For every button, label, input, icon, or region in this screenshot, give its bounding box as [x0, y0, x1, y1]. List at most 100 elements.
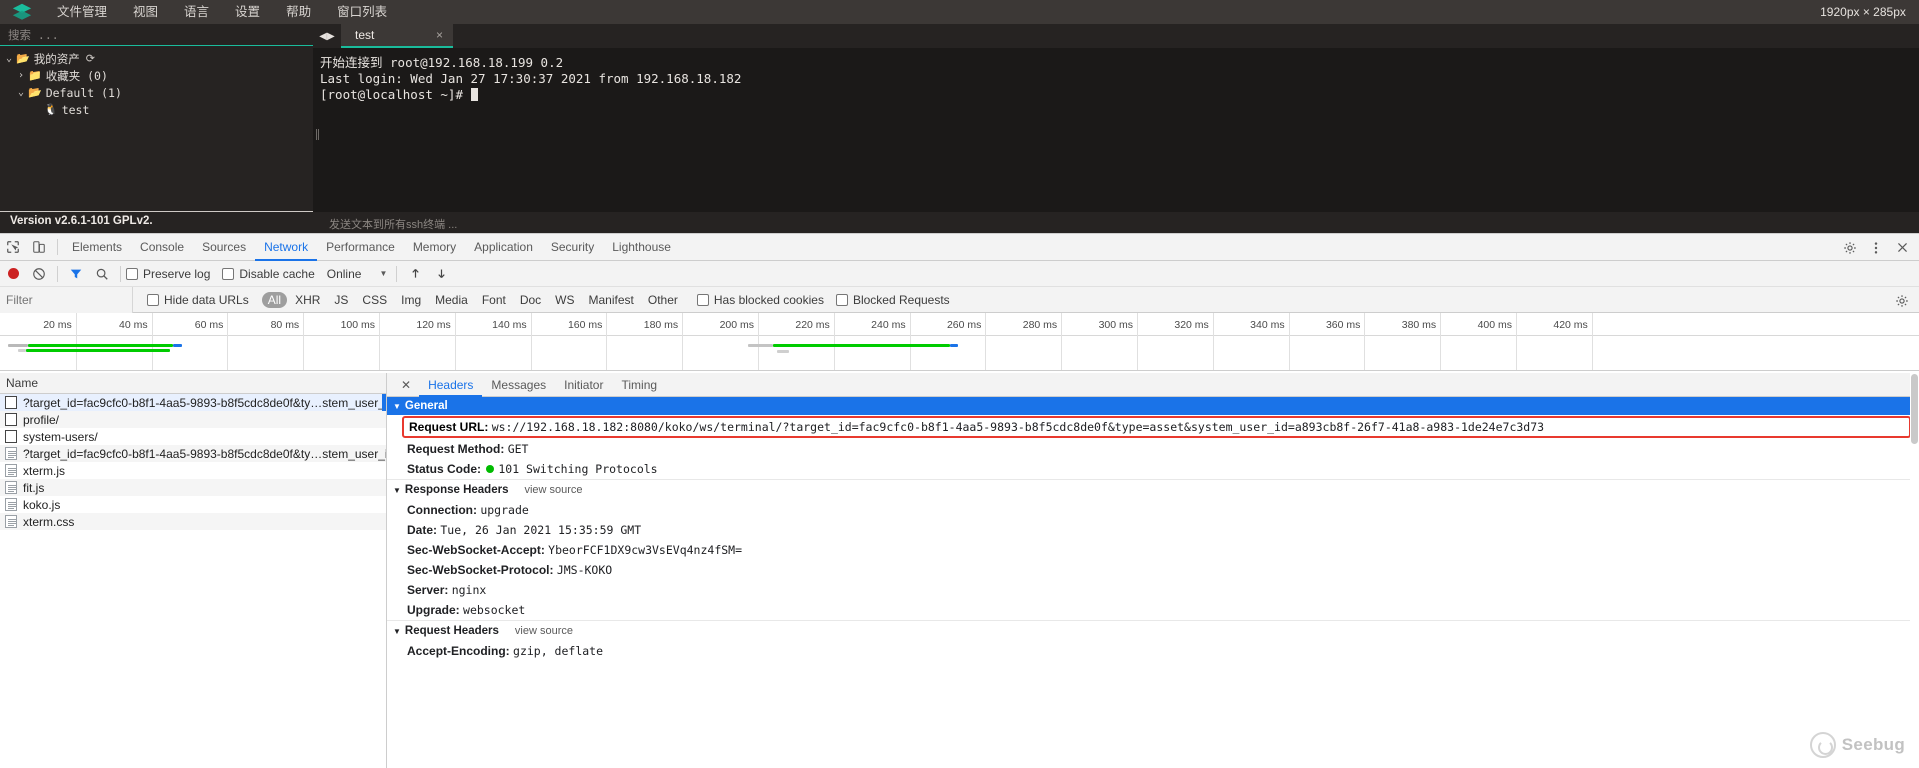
terminal-tab-test[interactable]: test × [341, 24, 453, 48]
terminal-split-handle[interactable] [316, 129, 319, 140]
view-source-link[interactable]: view source [515, 625, 573, 637]
checkbox-box[interactable] [147, 294, 159, 306]
type-filter-manifest[interactable]: Manifest [583, 292, 640, 308]
detail-tab-headers[interactable]: Headers [419, 373, 482, 397]
network-overview-timeline[interactable]: 20 ms40 ms60 ms80 ms100 ms120 ms140 ms16… [0, 313, 1919, 371]
throttling-select[interactable]: Online ▼ [327, 267, 388, 281]
export-har-icon[interactable] [428, 261, 454, 287]
arrow-right-icon[interactable]: ▶ [327, 31, 335, 42]
filter-input[interactable] [0, 287, 133, 313]
tab-application[interactable]: Application [465, 234, 542, 261]
toolbar-divider [120, 266, 121, 282]
response-headers-section-header[interactable]: ▼ Response Headers view source [387, 479, 1919, 500]
tree-node-favorites[interactable]: › 📁 收藏夹 (0) [0, 67, 313, 84]
triangle-down-icon[interactable]: ▼ [393, 402, 401, 411]
type-filter-other[interactable]: Other [642, 292, 684, 308]
menu-help[interactable]: 帮助 [273, 0, 324, 24]
detail-tab-timing[interactable]: Timing [612, 373, 666, 397]
type-filter-ws[interactable]: WS [549, 292, 580, 308]
tab-sources[interactable]: Sources [193, 234, 255, 261]
refresh-icon[interactable]: ⟳ [86, 52, 95, 65]
terminal-output[interactable]: 开始连接到 root@192.168.18.199 0.2 Last login… [313, 48, 1919, 212]
overview-tick-label: 260 ms [947, 319, 985, 331]
table-row[interactable]: xterm.css [0, 513, 386, 530]
tab-nav-arrows[interactable]: ◀▶ [313, 24, 341, 48]
close-icon[interactable]: × [436, 28, 443, 42]
terminal-line: Last login: Wed Jan 27 17:30:37 2021 fro… [320, 71, 1919, 87]
hide-data-urls-checkbox[interactable]: Hide data URLs [147, 293, 249, 307]
general-section-header[interactable]: ▼ General [387, 397, 1919, 415]
type-filter-doc[interactable]: Doc [514, 292, 547, 308]
triangle-down-icon[interactable]: ▼ [393, 627, 401, 636]
menu-view[interactable]: 视图 [120, 0, 171, 24]
inspect-element-icon[interactable] [0, 234, 26, 260]
detail-scrollbar[interactable] [1910, 373, 1919, 768]
tab-elements[interactable]: Elements [63, 234, 131, 261]
tab-performance[interactable]: Performance [317, 234, 404, 261]
type-filter-css[interactable]: CSS [356, 292, 393, 308]
menu-settings[interactable]: 设置 [222, 0, 273, 24]
filter-icon[interactable] [63, 261, 89, 287]
tab-network[interactable]: Network [255, 234, 317, 261]
table-row[interactable]: xterm.js [0, 462, 386, 479]
table-row[interactable]: fit.js [0, 479, 386, 496]
tab-memory[interactable]: Memory [404, 234, 465, 261]
import-har-icon[interactable] [402, 261, 428, 287]
checkbox-box[interactable] [222, 268, 234, 280]
clear-icon[interactable] [26, 261, 52, 287]
record-button[interactable] [8, 268, 19, 279]
network-settings-gear-icon[interactable] [1889, 288, 1915, 314]
hide-data-urls-label: Hide data URLs [164, 293, 249, 307]
triangle-down-icon[interactable]: ▼ [393, 486, 401, 495]
chevron-down-icon[interactable]: ⌄ [2, 53, 16, 64]
type-filter-media[interactable]: Media [429, 292, 474, 308]
disable-cache-checkbox[interactable]: Disable cache [222, 267, 314, 281]
tab-security[interactable]: Security [542, 234, 603, 261]
tree-node-my-assets[interactable]: ⌄ 📂 我的资产 ⟳ [0, 50, 313, 67]
preserve-log-checkbox[interactable]: Preserve log [126, 267, 210, 281]
checkbox-box[interactable] [126, 268, 138, 280]
type-filter-img[interactable]: Img [395, 292, 427, 308]
type-filter-font[interactable]: Font [476, 292, 512, 308]
table-row[interactable]: profile/ [0, 411, 386, 428]
request-list[interactable]: Name ?target_id=fac9cfc0-b8f1-4aa5-9893-… [0, 373, 387, 768]
type-filter-all[interactable]: All [262, 292, 287, 308]
header-value: gzip, deflate [513, 644, 603, 658]
chevron-down-icon[interactable]: ▼ [379, 269, 387, 278]
chevron-down-icon[interactable]: ⌄ [14, 87, 28, 98]
detail-tab-messages[interactable]: Messages [482, 373, 555, 397]
detail-tab-initiator[interactable]: Initiator [555, 373, 612, 397]
tree-node-test-host[interactable]: 🐧 test [0, 101, 313, 118]
close-devtools-icon[interactable] [1889, 235, 1915, 261]
table-row[interactable]: koko.js [0, 496, 386, 513]
menu-file-management[interactable]: 文件管理 [44, 0, 120, 24]
checkbox-box[interactable] [697, 294, 709, 306]
send-to-all-terminals-input[interactable]: 发送文本到所有ssh终端 ... [329, 216, 457, 232]
table-row[interactable]: system-users/ [0, 428, 386, 445]
checkbox-box[interactable] [836, 294, 848, 306]
terminal-tab-label: test [355, 28, 374, 42]
menu-language[interactable]: 语言 [171, 0, 222, 24]
menu-window-list[interactable]: 窗口列表 [324, 0, 400, 24]
scrollbar-thumb[interactable] [1911, 374, 1918, 444]
has-blocked-cookies-checkbox[interactable]: Has blocked cookies [697, 293, 824, 307]
tree-node-default[interactable]: ⌄ 📂 Default (1) [0, 84, 313, 101]
view-source-link[interactable]: view source [524, 484, 582, 496]
blocked-requests-checkbox[interactable]: Blocked Requests [836, 293, 950, 307]
asset-search-input[interactable]: 搜索 ... [0, 24, 313, 46]
table-row[interactable]: ?target_id=fac9cfc0-b8f1-4aa5-9893-b8f5c… [0, 445, 386, 462]
type-filter-js[interactable]: JS [328, 292, 354, 308]
chevron-right-icon[interactable]: › [14, 70, 28, 81]
tab-lighthouse[interactable]: Lighthouse [603, 234, 680, 261]
request-headers-section-header[interactable]: ▼ Request Headers view source [387, 620, 1919, 641]
arrow-left-icon[interactable]: ◀ [319, 31, 327, 42]
device-toolbar-icon[interactable] [26, 234, 52, 260]
search-icon[interactable] [89, 261, 115, 287]
gear-icon[interactable] [1837, 235, 1863, 261]
type-filter-xhr[interactable]: XHR [289, 292, 326, 308]
table-row[interactable]: ?target_id=fac9cfc0-b8f1-4aa5-9893-b8f5c… [0, 394, 386, 411]
headers-detail-body[interactable]: ▼ General Request URL: ws://192.168.18.1… [387, 397, 1919, 768]
more-options-icon[interactable] [1863, 235, 1889, 261]
close-detail-icon[interactable]: ✕ [393, 378, 419, 392]
tab-console[interactable]: Console [131, 234, 193, 261]
